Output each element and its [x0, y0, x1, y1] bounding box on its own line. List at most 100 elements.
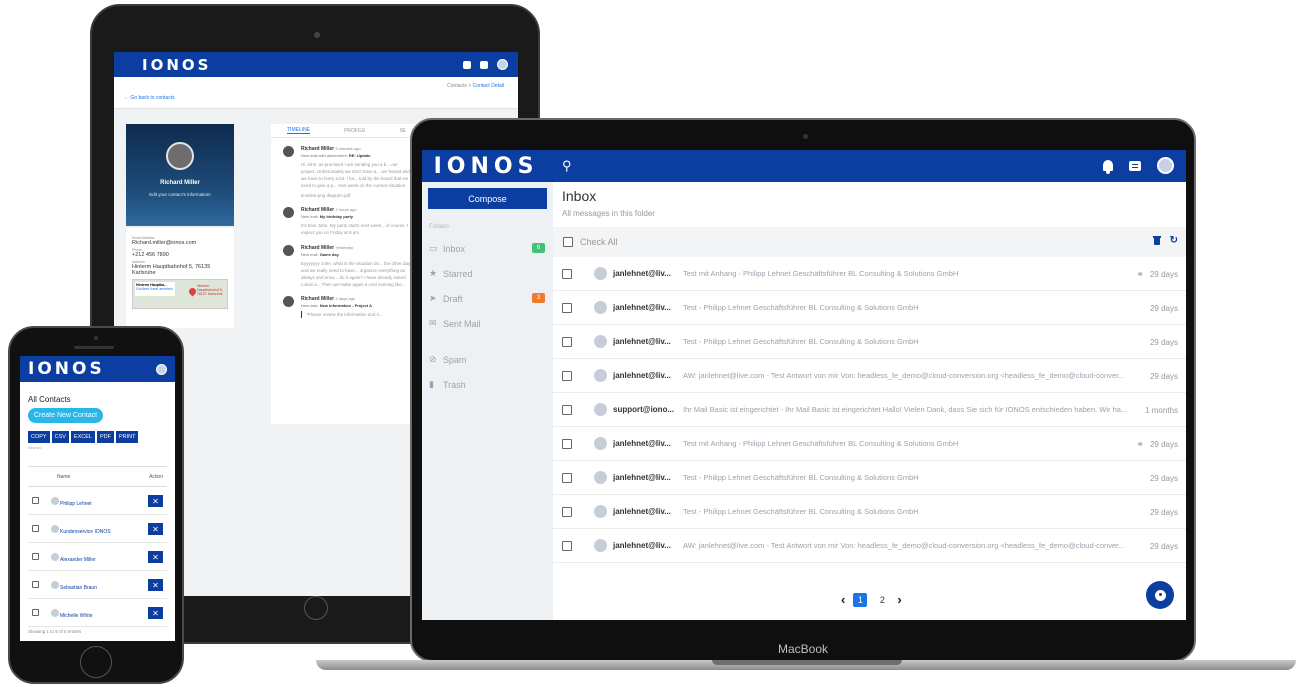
- delete-contact-button[interactable]: ✕: [148, 579, 163, 591]
- excel-button[interactable]: EXCEL: [70, 431, 95, 443]
- timeline-title[interactable]: RE: Update: [349, 153, 371, 158]
- brand-logo: IONOS: [142, 55, 212, 74]
- timeline-time: 2 days ago: [335, 296, 356, 301]
- mail-header: IONOS ⚲: [422, 150, 1186, 182]
- unread-badge: 6: [532, 243, 545, 253]
- email-row[interactable]: support@iono... Ihr Mail Basic ist einger…: [553, 393, 1186, 427]
- table-footer: Showing 1 to 5 of 5 entries: [28, 629, 82, 634]
- sidebar-item-label: Inbox: [443, 243, 466, 254]
- row-checkbox[interactable]: [562, 540, 572, 551]
- row-checkbox[interactable]: [562, 404, 572, 415]
- email-row[interactable]: janlehnet@liv... AW: janlehnet@live.com -…: [553, 529, 1186, 563]
- tab-settings[interactable]: SE: [399, 128, 406, 134]
- row-checkbox[interactable]: [32, 525, 39, 532]
- column-name[interactable]: Name: [57, 474, 70, 480]
- timeline-title[interactable]: Game day: [320, 252, 339, 257]
- row-checkbox[interactable]: [562, 472, 572, 483]
- row-checkbox[interactable]: [562, 268, 572, 279]
- edit-contact-link[interactable]: Edit your contact's information!: [126, 192, 234, 197]
- search-icon[interactable]: ⚲: [562, 158, 572, 174]
- theme-palette-button[interactable]: [1146, 581, 1174, 609]
- email-subject: Test - Philipp Lehnet Geschäftsführer BL…: [683, 337, 919, 346]
- timeline-attachments[interactable]: timeline.png diagram.pdf: [301, 192, 411, 199]
- search-label: Search:: [28, 445, 42, 450]
- email-subject: Test - Philipp Lehnet Geschäftsführer BL…: [683, 507, 919, 516]
- map-embed[interactable]: Hinterm Hauptba... Größere Karte ansehen…: [132, 279, 228, 309]
- check-all-label[interactable]: Check All: [580, 237, 618, 247]
- compose-button[interactable]: Compose: [428, 188, 547, 209]
- contact-name-link[interactable]: Michelle White: [60, 613, 93, 619]
- email-row[interactable]: janlehnet@liv... Test - Philipp Lehnet Ge…: [553, 291, 1186, 325]
- row-checkbox[interactable]: [32, 609, 39, 616]
- sidebar-item-draft[interactable]: ➤ Draft 3: [422, 286, 553, 311]
- row-checkbox[interactable]: [562, 438, 572, 449]
- back-to-contacts-link[interactable]: ← Go back to contacts: [124, 95, 175, 101]
- sidebar-item-sent-mail[interactable]: ✉ Sent Mail: [422, 311, 553, 336]
- contact-name: Richard Miller: [160, 180, 200, 186]
- prev-page-icon[interactable]: ‹: [841, 592, 845, 607]
- bell-icon[interactable]: [1103, 160, 1113, 174]
- check-all-checkbox[interactable]: [563, 237, 573, 247]
- delete-contact-button[interactable]: ✕: [148, 495, 163, 507]
- message-icon[interactable]: [480, 60, 488, 69]
- email-row[interactable]: janlehnet@liv... Test - Philipp Lehnet Ge…: [553, 325, 1186, 359]
- row-checkbox[interactable]: [32, 553, 39, 560]
- contact-name-link[interactable]: Philipp Lehnet: [60, 501, 92, 507]
- map-larger-link[interactable]: Größere Karte ansehen: [136, 287, 174, 291]
- csv-button[interactable]: CSV: [51, 431, 69, 443]
- email-date: 29 days: [1149, 372, 1178, 381]
- row-checkbox[interactable]: [562, 302, 572, 313]
- delete-contact-button[interactable]: ✕: [148, 607, 163, 619]
- avatar[interactable]: [497, 59, 508, 70]
- timeline-title[interactable]: My birthday party: [320, 214, 353, 219]
- row-checkbox[interactable]: [32, 581, 39, 588]
- refresh-icon[interactable]: ↻: [1170, 235, 1178, 246]
- avatar[interactable]: [1157, 157, 1174, 174]
- inbox-icon: ▭: [429, 243, 438, 253]
- contact-name-link[interactable]: Kundenservice IONOS: [60, 529, 111, 535]
- sender-avatar: [594, 539, 607, 552]
- row-checkbox[interactable]: [562, 506, 572, 517]
- delete-contact-button[interactable]: ✕: [148, 551, 163, 563]
- email-sender: janlehnet@liv...: [613, 473, 671, 482]
- timeline-title[interactable]: New information - Project A: [320, 303, 372, 308]
- contact-name-link[interactable]: Alexander Miller: [60, 557, 96, 563]
- email-row[interactable]: janlehnet@liv... Test mit Anhang - Philip…: [553, 427, 1186, 461]
- email-date: 1 months: [1145, 406, 1178, 415]
- delete-icon[interactable]: [1153, 236, 1161, 245]
- sidebar-item-label: Sent Mail: [443, 318, 481, 329]
- timeline-title-prefix: New task:: [301, 303, 319, 308]
- row-checkbox[interactable]: [562, 336, 572, 347]
- sidebar-item-starred[interactable]: ★ Starred: [422, 261, 553, 286]
- sidebar-item-label: Draft: [443, 293, 463, 304]
- contact-name-link[interactable]: Sebastian Braun: [60, 585, 97, 591]
- timeline-title-prefix: New mail with attachment:: [301, 153, 348, 158]
- sidebar-item-trash[interactable]: ▮ Trash: [422, 372, 553, 397]
- avatar[interactable]: [156, 363, 167, 375]
- email-row[interactable]: janlehnet@liv... AW: janlehnet@live.com -…: [553, 359, 1186, 393]
- tab-timeline[interactable]: TIMELINE: [287, 127, 311, 134]
- print-button[interactable]: PRINT: [115, 431, 139, 443]
- email-row[interactable]: janlehnet@liv... Test mit Anhang - Philip…: [553, 257, 1186, 291]
- contact-card: Richard Miller Edit your contact's infor…: [126, 124, 234, 226]
- tab-profile[interactable]: PROFILE: [344, 128, 365, 134]
- pdf-button[interactable]: PDF: [96, 431, 114, 443]
- email-row[interactable]: janlehnet@liv... Test - Philipp Lehnet Ge…: [553, 461, 1186, 495]
- create-contact-button[interactable]: Create New Contact: [28, 408, 104, 423]
- sidebar-item-inbox[interactable]: ▭ Inbox 6: [422, 236, 553, 261]
- page-title: Inbox: [562, 188, 597, 204]
- sidebar-item-spam[interactable]: ⊘ Spam: [422, 347, 553, 372]
- row-checkbox[interactable]: [32, 497, 39, 504]
- breadcrumb-parent[interactable]: Contacts: [447, 83, 467, 89]
- delete-contact-button[interactable]: ✕: [148, 523, 163, 535]
- timeline-author: Richard Miller: [301, 296, 335, 302]
- email-row[interactable]: janlehnet@liv... Test - Philipp Lehnet Ge…: [553, 495, 1186, 529]
- page-2-button[interactable]: 2: [875, 593, 889, 607]
- send-icon: ➤: [429, 293, 437, 303]
- page-1-button[interactable]: 1: [853, 592, 868, 607]
- next-page-icon[interactable]: ›: [897, 592, 901, 607]
- copy-button[interactable]: COPY: [28, 431, 50, 443]
- bell-icon[interactable]: [463, 60, 471, 69]
- message-icon[interactable]: [1129, 160, 1141, 171]
- row-checkbox[interactable]: [562, 370, 572, 381]
